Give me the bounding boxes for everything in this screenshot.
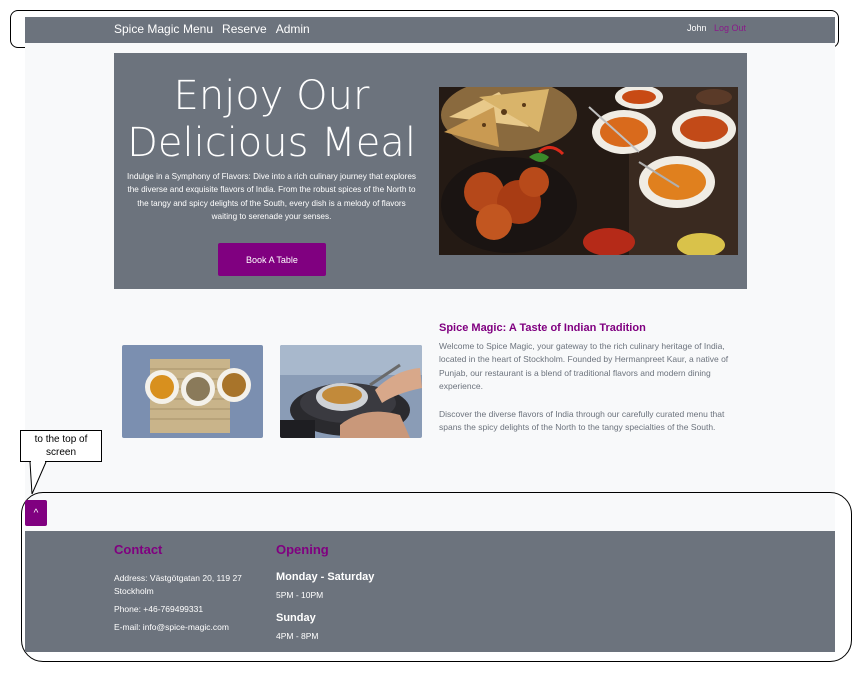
hero-food-image [439,87,738,255]
annotation-callout: to the top of screen [20,430,102,462]
cooking-pan-image [280,345,422,438]
footer-sunday-hours: 4PM - 8PM [276,631,319,641]
nav-link-reserve[interactable]: Reserve [222,22,267,36]
footer-opening-title: Opening [276,542,329,557]
about-title: Spice Magic: A Taste of Indian Tradition [439,322,646,334]
book-table-button[interactable]: Book A Table [218,243,326,276]
annotation-callout-pointer [29,461,47,495]
footer-address: Address: Västgötgatan 20, 119 27 Stockho… [114,573,242,596]
navbar: Spice Magic Menu Reserve Admin John Log … [25,17,835,43]
hero-description: Indulge in a Symphony of Flavors: Dive i… [127,172,416,221]
footer-contact-title: Contact [114,542,163,557]
footer-weekday-hours: 5PM - 10PM [276,590,324,600]
hero-section: Enjoy Our Delicious Meal Indulge in a Sy… [114,53,747,289]
hero-title-line1: Enjoy Our [173,73,370,119]
brand-link[interactable]: Spice Magic [114,22,179,36]
nav-links: Menu Reserve Admin [183,22,310,36]
footer-weekday-label: Monday - Saturday [276,571,375,583]
footer: Contact Address: Västgötgatan 20, 119 27… [25,531,835,652]
logout-link[interactable]: Log Out [714,23,746,33]
nav-link-menu[interactable]: Menu [183,22,213,36]
footer-phone: Phone: +46-769499331 [114,604,204,614]
spices-bowls-image [122,345,263,438]
footer-email: E-mail: info@spice-magic.com [114,622,229,632]
nav-link-admin[interactable]: Admin [276,22,310,36]
hero-title: Enjoy Our Delicious Meal [114,73,429,167]
scroll-to-top-button[interactable]: ^ [25,500,47,526]
about-paragraph-2: Discover the diverse flavors of India th… [439,409,725,433]
about-paragraph-1: Welcome to Spice Magic, your gateway to … [439,341,729,392]
hero-title-line2: Delicious Meal [127,120,416,166]
footer-sunday-label: Sunday [276,612,316,624]
user-name: John [687,23,707,33]
